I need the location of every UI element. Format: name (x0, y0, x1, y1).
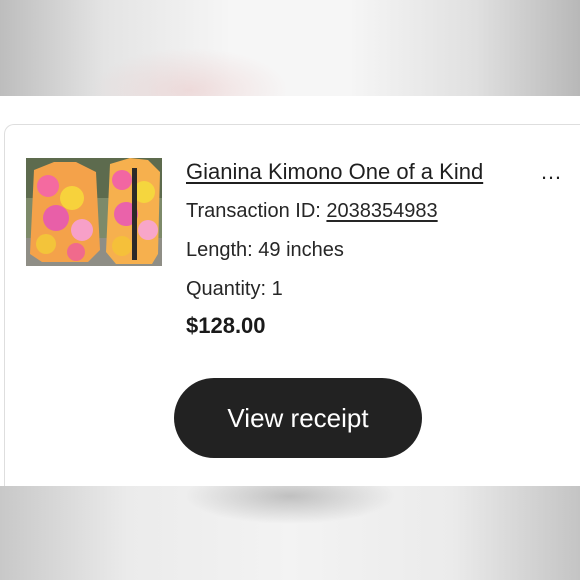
transaction-id-link[interactable]: 2038354983 (326, 200, 437, 222)
blurred-background-bottom (0, 486, 580, 580)
title-truncation: … (540, 159, 562, 184)
item-length: Length: 49 inches (186, 239, 344, 261)
product-thumbnail[interactable] (26, 158, 162, 266)
kimono-photo-icon (26, 158, 162, 266)
transaction-row: Transaction ID: 2038354983 (186, 198, 438, 224)
blurred-background-top (0, 0, 580, 96)
item-quantity: Quantity: 1 (186, 278, 283, 300)
transaction-label: Transaction ID: (186, 200, 327, 222)
item-title-link[interactable]: Gianina Kimono One of a Kind (186, 158, 483, 186)
view-receipt-button[interactable]: View receipt (174, 378, 422, 458)
item-price: $128.00 (186, 313, 266, 338)
